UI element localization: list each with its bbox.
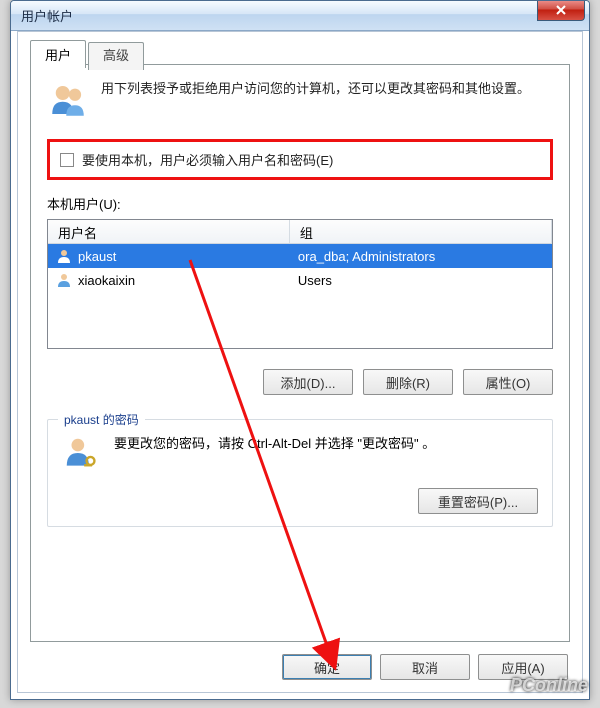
- titlebar: 用户帐户: [11, 1, 589, 31]
- dialog-window: 用户帐户 用户 高级 用下列表授予或拒绝用户访问您的计算机，还可以更改: [10, 0, 590, 700]
- cancel-button[interactable]: 取消: [380, 654, 470, 680]
- remove-button[interactable]: 删除(R): [363, 369, 453, 395]
- password-group: pkaust 的密码 要更改您的密码，请按 Ctrl-Alt-Del 并选择 "…: [47, 419, 553, 527]
- reset-password-button[interactable]: 重置密码(P)...: [418, 488, 538, 514]
- user-key-icon: [62, 434, 100, 472]
- window-title: 用户帐户: [21, 6, 73, 25]
- properties-button[interactable]: 属性(O): [463, 369, 553, 395]
- checkbox-label: 要使用本机，用户必须输入用户名和密码(E): [82, 150, 333, 169]
- intro-text: 用下列表授予或拒绝用户访问您的计算机，还可以更改其密码和其他设置。: [101, 79, 530, 121]
- watermark: PConline: [510, 675, 588, 696]
- titlebar-buttons: [537, 1, 589, 23]
- tab-bar: 用户 高级: [30, 40, 146, 68]
- tab-users[interactable]: 用户: [30, 40, 86, 68]
- user-icon: [56, 272, 72, 288]
- col-group[interactable]: 组: [290, 220, 552, 243]
- users-icon: [47, 79, 89, 121]
- intro-row: 用下列表授予或拒绝用户访问您的计算机，还可以更改其密码和其他设置。: [47, 79, 553, 121]
- group-title: pkaust 的密码: [58, 411, 145, 428]
- close-icon: [555, 5, 567, 15]
- user-icon: [56, 248, 72, 264]
- cell-group: ora_dba; Administrators: [290, 249, 552, 264]
- user-list[interactable]: 用户名 组 pkaust ora_dba; Administrators: [47, 219, 553, 349]
- user-list-label: 本机用户(U):: [47, 194, 553, 213]
- list-buttons: 添加(D)... 删除(R) 属性(O): [47, 369, 553, 395]
- require-login-checkbox[interactable]: 要使用本机，用户必须输入用户名和密码(E): [60, 150, 540, 169]
- add-button[interactable]: 添加(D)...: [263, 369, 353, 395]
- col-username[interactable]: 用户名: [48, 220, 290, 243]
- checkbox-icon: [60, 153, 74, 167]
- client-area: 用户 高级 用下列表授予或拒绝用户访问您的计算机，还可以更改其密码和其他设置。 …: [17, 31, 583, 693]
- cell-username: pkaust: [78, 249, 116, 264]
- list-item[interactable]: pkaust ora_dba; Administrators: [48, 244, 552, 268]
- cell-group: Users: [290, 273, 552, 288]
- cell-username: xiaokaixin: [78, 273, 135, 288]
- group-text: 要更改您的密码，请按 Ctrl-Alt-Del 并选择 "更改密码" 。: [114, 434, 435, 455]
- tab-advanced[interactable]: 高级: [88, 42, 144, 70]
- list-item[interactable]: xiaokaixin Users: [48, 268, 552, 292]
- highlight-box: 要使用本机，用户必须输入用户名和密码(E): [47, 139, 553, 180]
- ok-button[interactable]: 确定: [282, 654, 372, 680]
- tab-panel: 用下列表授予或拒绝用户访问您的计算机，还可以更改其密码和其他设置。 要使用本机，…: [30, 64, 570, 642]
- list-header: 用户名 组: [48, 220, 552, 244]
- close-button[interactable]: [537, 1, 585, 21]
